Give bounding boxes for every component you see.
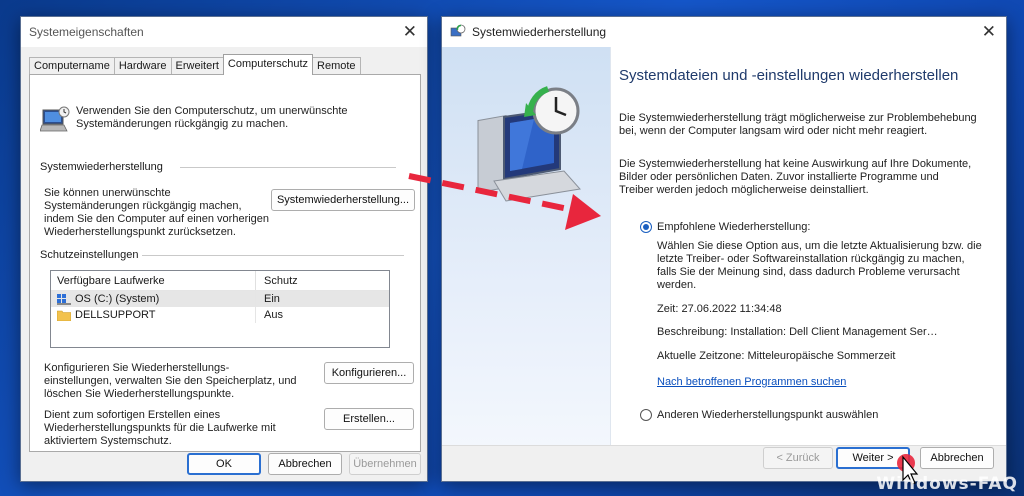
intro-paragraph-line-2: bei, wenn der Computer langsam wird oder… [619, 125, 928, 137]
system-restore-app-icon [450, 24, 466, 37]
tab-computerschutz[interactable]: Computerschutz [222, 54, 314, 75]
other-restore-point-label[interactable]: Anderen Wiederherstellungspunkt auswähle… [657, 409, 878, 422]
create-text-line-3: aktiviertem Systemschutz. [44, 435, 172, 447]
tab-remote[interactable]: Remote [312, 57, 361, 75]
restore-text-line-4: Wiederherstellungspunkt zurücksetzen. [44, 226, 236, 238]
wizard-content: Systemdateien und -einstellungen wiederh… [610, 47, 1006, 445]
system-restore-titlebar[interactable]: Systemwiederherstellung ✕ [442, 17, 1006, 47]
restore-point-time: Zeit: 27.06.2022 11:34:48 [657, 303, 782, 315]
restore-text-line-1: Sie können unerwünschte [44, 187, 171, 199]
restore-section-divider [180, 167, 396, 168]
recommended-desc-line-4: werden. [657, 279, 697, 291]
info-paragraph-line-1: Die Systemwiederherstellung hat keine Au… [619, 158, 972, 170]
create-button[interactable]: Erstellen... [324, 408, 414, 430]
back-button[interactable]: < Zurück [763, 447, 833, 469]
system-properties-title: Systemeigenschaften [29, 25, 144, 39]
wizard-cancel-button[interactable]: Abbrechen [920, 447, 994, 469]
configure-button[interactable]: Konfigurieren... [324, 362, 414, 384]
system-restore-title: Systemwiederherstellung [472, 25, 607, 39]
drive-name: DELLSUPPORT [75, 309, 156, 321]
recommended-restore-radio[interactable] [640, 221, 652, 233]
restore-text-line-3: indem Sie den Computer auf einen vorheri… [44, 213, 270, 225]
table-row[interactable]: OS (C:) (System) Ein [51, 291, 389, 307]
drive-protection: Ein [255, 291, 389, 307]
recommended-desc-line-1: Wählen Sie diese Option aus, um die letz… [657, 240, 982, 252]
system-properties-titlebar[interactable]: Systemeigenschaften ✕ [21, 17, 427, 47]
intro-text-line-2: Systemänderungen rückgängig zu machen. [76, 118, 289, 130]
restore-point-description: Beschreibung: Installation: Dell Client … [657, 326, 938, 338]
tab-strip: Computername Hardware Erweitert Computer… [29, 54, 361, 75]
affected-programs-link[interactable]: Nach betroffenen Programmen suchen [657, 376, 846, 389]
restore-section-label: Systemwiederherstellung [40, 161, 163, 173]
computer-protection-panel: Verwenden Sie den Computerschutz, um une… [29, 74, 421, 452]
recommended-desc-line-3: falls Sie der Meinung sind, dass dadurch… [657, 266, 960, 278]
annotation-arrow [408, 173, 601, 230]
configure-text-line-1: Konfigurieren Sie Wiederherstellungs- [44, 362, 230, 374]
protection-section-label: Schutzeinstellungen [40, 249, 139, 261]
recommended-restore-label[interactable]: Empfohlene Wiederherstellung: [657, 221, 810, 234]
other-restore-point-radio[interactable] [640, 409, 652, 421]
system-properties-window: Systemeigenschaften ✕ Computername Hardw… [20, 16, 428, 482]
intro-text-line-1: Verwenden Sie den Computerschutz, um une… [76, 105, 348, 117]
apply-button[interactable]: Übernehmen [349, 453, 421, 475]
create-text-line-1: Dient zum sofortigen Erstellen eines [44, 409, 221, 421]
tab-computername[interactable]: Computername [29, 57, 115, 75]
info-paragraph-line-3: Treiber werden jedoch möglicherweise dei… [619, 184, 869, 196]
wizard-heading: Systemdateien und -einstellungen wiederh… [619, 67, 959, 84]
drives-list-header: Verfügbare Laufwerke Schutz [51, 271, 389, 291]
create-text-line-2: Wiederherstellungspunkts für die Laufwer… [44, 422, 276, 434]
system-restore-button[interactable]: Systemwiederherstellung... [271, 189, 415, 211]
restore-text-line-2: Systemänderungen rückgängig machen, [44, 200, 242, 212]
wizard-sidebar [442, 47, 610, 445]
protection-section-divider [142, 255, 404, 256]
system-protection-icon [40, 106, 70, 132]
close-icon[interactable]: ✕ [403, 23, 417, 40]
watermark: Windows-FAQ [876, 474, 1018, 494]
configure-text-line-2: einstellungen, verwalten Sie den Speiche… [44, 375, 297, 387]
drive-name: OS (C:) (System) [75, 293, 160, 305]
close-icon[interactable]: ✕ [982, 23, 996, 40]
column-header-drives[interactable]: Verfügbare Laufwerke [51, 275, 255, 287]
tab-erweitert[interactable]: Erweitert [170, 57, 224, 75]
table-row[interactable]: DELLSUPPORT Aus [51, 307, 389, 323]
folder-icon [57, 310, 71, 321]
system-drive-icon [57, 293, 71, 305]
system-restore-wizard-window: Systemwiederherstellung ✕ Systemdateien … [441, 16, 1007, 482]
intro-paragraph-line-1: Die Systemwiederherstellung trägt möglic… [619, 112, 977, 124]
recommended-desc-line-2: letzte Treiber- oder Softwareinstallatio… [657, 253, 965, 265]
configure-text-line-3: löschen Sie Wiederherstellungspunkte. [44, 388, 235, 400]
column-header-protection[interactable]: Schutz [255, 271, 389, 290]
info-paragraph-line-2: Bilder oder persönlichen Daten. Zuvor in… [619, 171, 939, 183]
tab-hardware[interactable]: Hardware [113, 57, 172, 75]
current-timezone: Aktuelle Zeitzone: Mitteleuropäische Som… [657, 350, 896, 362]
drives-list[interactable]: Verfügbare Laufwerke Schutz OS (C:) (Sys… [50, 270, 390, 348]
cancel-button[interactable]: Abbrechen [268, 453, 342, 475]
drive-protection: Aus [255, 307, 389, 323]
ok-button[interactable]: OK [187, 453, 261, 475]
